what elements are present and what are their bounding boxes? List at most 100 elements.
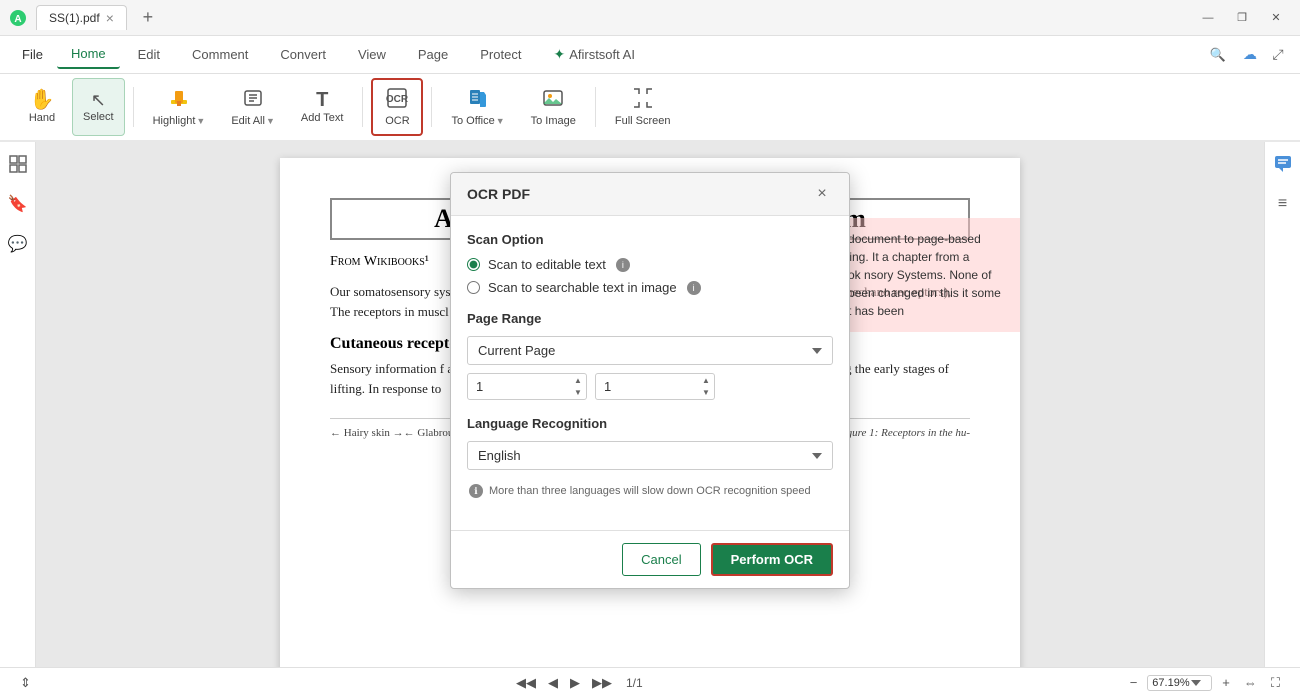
menu-home[interactable]: Home <box>57 40 120 69</box>
menu-view[interactable]: View <box>344 41 400 68</box>
range-to-wrap: ▲ ▼ <box>595 373 715 400</box>
title-bar: A SS(1).pdf × + — ❐ ✕ <box>0 0 1300 36</box>
active-tab[interactable]: SS(1).pdf × <box>36 5 127 30</box>
range-to-input[interactable] <box>595 373 715 400</box>
perform-ocr-button[interactable]: Perform OCR <box>711 543 833 576</box>
note-info-icon: ℹ <box>469 484 483 498</box>
note-text: More than three languages will slow down… <box>489 485 811 497</box>
dialog-header: OCR PDF × <box>451 173 849 216</box>
zoom-in-button[interactable]: + <box>1218 673 1234 692</box>
menu-bar: File Home Edit Comment Convert View Page… <box>0 36 1300 74</box>
app-logo: A <box>8 8 28 28</box>
full-screen-icon <box>632 87 654 113</box>
maximize-button[interactable]: ❐ <box>1226 6 1258 30</box>
full-screen-status-button[interactable]: ⛶ <box>1267 673 1284 693</box>
title-bar-left: A SS(1).pdf × + <box>8 5 1192 31</box>
scan-searchable-label: Scan to searchable text in image <box>488 280 677 295</box>
hand-icon: ✋ <box>30 90 55 110</box>
menu-right: 🔍 ☁ ⤢ <box>1204 41 1288 69</box>
menu-ai[interactable]: ✦ Afirstsoft AI <box>539 40 648 69</box>
menu-convert[interactable]: Convert <box>266 41 340 68</box>
ocr-icon: OCR <box>386 87 408 113</box>
full-screen-label: Full Screen <box>615 115 671 127</box>
radio-row-2: Scan to searchable text in image i <box>467 280 833 295</box>
status-center: ◀◀ ◀ ▶ ▶▶ 1/1 <box>43 673 1118 693</box>
ocr-label: OCR <box>385 115 409 127</box>
main-area: 🔖 💬 Anatomy of the Somatosensory System … <box>0 142 1300 667</box>
cancel-button[interactable]: Cancel <box>622 543 700 576</box>
cloud-button[interactable]: ☁ <box>1240 45 1260 65</box>
add-text-label: Add Text <box>301 112 344 124</box>
svg-text:OCR: OCR <box>386 94 408 105</box>
expand-button[interactable]: ⤢ <box>1268 45 1288 65</box>
edit-all-icon <box>242 87 264 113</box>
edit-all-tool[interactable]: Edit All ▼ <box>220 78 286 136</box>
language-title: Language Recognition <box>467 416 833 431</box>
last-page-button[interactable]: ▶▶ <box>588 673 616 693</box>
status-right: − 67.19% 50% 75% 100% 125% 150% + ⇔ ⛶ <box>1126 673 1284 693</box>
right-panel-icon[interactable]: ≡ <box>1269 190 1297 218</box>
page-range-select[interactable]: Current PageAll PagesCustom Range <box>467 336 833 365</box>
left-sidebar: 🔖 💬 <box>0 142 36 667</box>
dialog-overlay: OCR PDF × Scan Option Scan to editable t… <box>36 142 1264 667</box>
range-from-spinners: ▲ ▼ <box>571 375 585 399</box>
svg-text:A: A <box>14 14 21 25</box>
zoom-out-button[interactable]: − <box>1126 673 1142 692</box>
right-sidebar: ≡ <box>1264 142 1300 667</box>
select-tool[interactable]: ↖ Select <box>72 78 125 136</box>
right-chat-icon[interactable] <box>1269 150 1297 178</box>
range-from-up[interactable]: ▲ <box>571 375 585 387</box>
search-button[interactable]: 🔍 <box>1204 41 1232 69</box>
sidebar-thumbnail-icon[interactable] <box>4 150 32 178</box>
menu-page[interactable]: Page <box>404 41 462 68</box>
minimize-button[interactable]: — <box>1192 6 1224 30</box>
dialog-body: Scan Option Scan to editable text i Scan… <box>451 216 849 530</box>
file-menu[interactable]: File <box>12 43 53 66</box>
menu-edit[interactable]: Edit <box>124 41 174 68</box>
ocr-tool[interactable]: OCR OCR <box>371 78 423 136</box>
title-bar-right: — ❐ ✕ <box>1192 6 1292 30</box>
scan-searchable-radio[interactable] <box>467 281 480 294</box>
highlight-tool[interactable]: Highlight ▼ <box>142 78 217 136</box>
fit-width-button[interactable]: ⇔ <box>1240 673 1261 692</box>
edit-all-label: Edit All ▼ <box>231 115 275 127</box>
new-tab-button[interactable]: + <box>135 5 161 31</box>
separator-4 <box>595 87 596 127</box>
scan-editable-info-icon[interactable]: i <box>616 258 630 272</box>
highlight-dropdown-arrow: ▼ <box>196 116 205 126</box>
menu-comment[interactable]: Comment <box>178 41 262 68</box>
fit-page-button[interactable]: ⇕ <box>16 673 35 693</box>
sidebar-comment-icon[interactable]: 💬 <box>4 230 32 258</box>
highlight-label: Highlight ▼ <box>153 115 206 127</box>
to-office-dropdown-arrow: ▼ <box>496 116 505 126</box>
hand-label: Hand <box>29 112 55 124</box>
page-info: 1/1 <box>626 676 643 690</box>
full-screen-tool[interactable]: Full Screen <box>604 78 682 136</box>
to-office-tool[interactable]: To Office ▼ <box>440 78 515 136</box>
next-page-button[interactable]: ▶ <box>566 673 584 693</box>
scan-editable-radio[interactable] <box>467 258 480 271</box>
toolbar: ✋ Hand ↖ Select Highlight ▼ Edit All ▼ T… <box>0 74 1300 142</box>
add-text-tool[interactable]: T Add Text <box>290 78 355 136</box>
menu-protect[interactable]: Protect <box>466 41 535 68</box>
language-select[interactable]: EnglishFrenchGermanSpanishChineseJapanes… <box>467 441 833 470</box>
note-row: ℹ More than three languages will slow do… <box>467 484 833 498</box>
to-office-icon <box>467 87 489 113</box>
dialog-close-button[interactable]: × <box>811 183 833 205</box>
to-image-tool[interactable]: To Image <box>520 78 587 136</box>
range-to-up[interactable]: ▲ <box>699 375 713 387</box>
zoom-select[interactable]: 67.19% 50% 75% 100% 125% 150% <box>1147 675 1212 691</box>
tab-close-button[interactable]: × <box>106 10 114 26</box>
range-from-down[interactable]: ▼ <box>571 387 585 399</box>
scan-searchable-info-icon[interactable]: i <box>687 281 701 295</box>
prev-page-button[interactable]: ◀ <box>544 673 562 693</box>
sidebar-bookmark-icon[interactable]: 🔖 <box>4 190 32 218</box>
first-page-button[interactable]: ◀◀ <box>512 673 540 693</box>
range-to-down[interactable]: ▼ <box>699 387 713 399</box>
range-from-input[interactable] <box>467 373 587 400</box>
hand-tool[interactable]: ✋ Hand <box>16 78 68 136</box>
window-controls: — ❐ ✕ <box>1192 6 1292 30</box>
status-bar: ⇕ ◀◀ ◀ ▶ ▶▶ 1/1 − 67.19% 50% 75% 100% 12… <box>0 667 1300 697</box>
close-button[interactable]: ✕ <box>1260 6 1292 30</box>
tab-filename: SS(1).pdf <box>49 11 100 25</box>
